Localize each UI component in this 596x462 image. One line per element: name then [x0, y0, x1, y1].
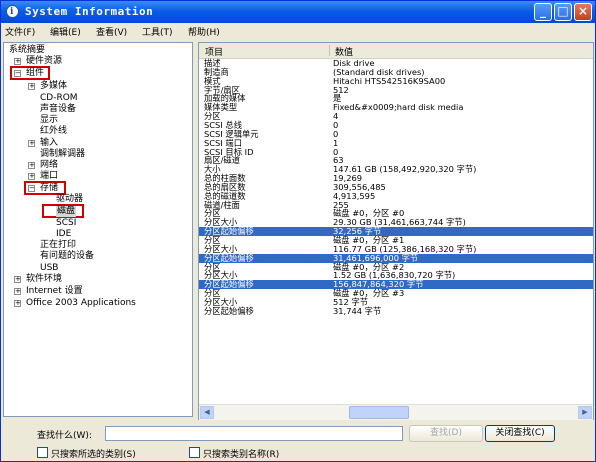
table-row[interactable]: 总的磁道数 4,913,595: [199, 191, 593, 201]
tree-item-ide[interactable]: IDE: [56, 229, 71, 240]
table-row[interactable]: 总的柱面数 19,269: [199, 174, 593, 183]
table-row[interactable]: 分区 4: [199, 112, 593, 121]
title-bar[interactable]: i System Information _ □ ×: [1, 1, 595, 23]
collapse-icon[interactable]: −: [14, 70, 21, 77]
tree-item-components[interactable]: 组件: [26, 68, 44, 79]
table-row[interactable]: SCSI 目标 ID 0: [199, 147, 593, 157]
menu-view[interactable]: 查看(V): [96, 25, 127, 38]
list-header: 项目 数值: [199, 43, 593, 59]
menu-help[interactable]: 帮助(H): [188, 25, 220, 38]
category-tree[interactable]: 系统摘要 + 硬件资源 − 组件 + 多媒体 CD-ROM 声音设备 显示 红外…: [3, 42, 193, 417]
close-button[interactable]: ×: [574, 3, 592, 21]
table-row[interactable]: 模式 Hitachi HTS542516K9SA00: [199, 75, 593, 86]
find-input[interactable]: [105, 426, 403, 441]
expand-icon[interactable]: +: [14, 276, 21, 283]
expand-icon[interactable]: +: [28, 162, 35, 169]
expand-icon[interactable]: +: [28, 140, 35, 147]
scroll-left-icon[interactable]: ◀: [200, 406, 214, 419]
collapse-icon[interactable]: −: [28, 185, 35, 192]
find-button[interactable]: 查找(D): [409, 425, 483, 442]
tree-item-multimedia[interactable]: 多媒体: [40, 81, 67, 92]
tree-item-infrared[interactable]: 红外线: [40, 126, 67, 137]
tree-item-display[interactable]: 显示: [40, 115, 58, 126]
table-row[interactable]: 分区 磁盘 #0，分区 #3: [199, 289, 593, 298]
maximize-button[interactable]: □: [554, 3, 572, 21]
minimize-button[interactable]: _: [534, 3, 552, 21]
tree-item-printing[interactable]: 正在打印: [40, 240, 76, 251]
close-find-button[interactable]: 关闭查找(C): [485, 425, 555, 442]
tree-item-network[interactable]: 网络: [40, 160, 58, 171]
scroll-right-icon[interactable]: ▶: [578, 406, 592, 419]
only-selected-checkbox[interactable]: [37, 447, 48, 458]
menu-tools[interactable]: 工具(T): [142, 25, 173, 38]
tree-item-disks[interactable]: 磁盘: [56, 206, 77, 217]
row-value: Fixed&#x0009;hard disk media: [333, 102, 464, 113]
horizontal-scrollbar[interactable]: ◀ ▶: [199, 404, 593, 420]
tree-item-storage[interactable]: 存储: [40, 183, 58, 194]
table-row[interactable]: 分区大小 512 字节: [199, 297, 593, 307]
tree-item-usb[interactable]: USB: [40, 263, 58, 274]
expand-icon[interactable]: +: [28, 173, 35, 180]
only-selected-label[interactable]: 只搜索所选的类别(S): [51, 447, 136, 460]
row-value: 31,744 字节: [333, 305, 382, 316]
tree-item-office-2003[interactable]: Office 2003 Applications: [26, 298, 136, 309]
row-value: Hitachi HTS542516K9SA00: [333, 75, 446, 86]
tree-item-cdrom[interactable]: CD-ROM: [40, 93, 78, 104]
column-header-value[interactable]: 数值: [335, 45, 353, 58]
tree-item-scsi[interactable]: SCSI: [56, 218, 76, 229]
expand-icon[interactable]: +: [14, 58, 21, 65]
column-divider[interactable]: [329, 45, 330, 56]
tree-item-input[interactable]: 输入: [40, 138, 58, 149]
only-names-label[interactable]: 只搜索类别名称(R): [203, 447, 279, 460]
find-bar: 查找什么(W): 查找(D) 关闭查找(C) 只搜索所选的类别(S) 只搜索类别…: [1, 421, 595, 461]
info-icon: i: [6, 5, 19, 18]
table-row[interactable]: SCSI 逻辑单元 0: [199, 129, 593, 139]
tree-item-software-environment[interactable]: 软件环境: [26, 274, 62, 285]
details-list[interactable]: 项目 数值 描述 Disk drive 制造商 (Standard disk driv…: [198, 42, 594, 420]
row-item: 分区起始偏移: [204, 305, 254, 316]
menu-file[interactable]: 文件(F): [5, 25, 35, 38]
expand-icon[interactable]: +: [14, 300, 21, 307]
column-header-item[interactable]: 项目: [205, 45, 223, 58]
menu-edit[interactable]: 编辑(E): [50, 25, 81, 38]
tree-item-system-summary[interactable]: 系统摘要: [9, 45, 45, 56]
menu-bar: 文件(F) 编辑(E) 查看(V) 工具(T) 帮助(H): [1, 23, 595, 39]
table-row[interactable]: 大小 147.61 GB (158,492,920,320 字节): [199, 165, 593, 174]
table-row[interactable]: SCSI 端口 1: [199, 138, 593, 148]
table-row[interactable]: 字节/扇区 512: [199, 85, 593, 95]
table-row[interactable]: 分区大小 29.30 GB (31,461,663,744 字节): [199, 218, 593, 227]
tree-item-problem-devices[interactable]: 有问题的设备: [40, 251, 94, 262]
find-label: 查找什么(W):: [37, 431, 92, 441]
table-row[interactable]: 媒体类型 Fixed&#x0009;hard disk media: [199, 103, 593, 112]
expand-icon[interactable]: +: [28, 83, 35, 90]
system-information-window: i System Information _ □ × 文件(F) 编辑(E) 查…: [0, 0, 596, 462]
tree-item-internet-settings[interactable]: Internet 设置: [26, 286, 83, 297]
scroll-thumb[interactable]: [349, 406, 409, 419]
tree-item-sound-device[interactable]: 声音设备: [40, 104, 76, 115]
only-names-checkbox[interactable]: [189, 447, 200, 458]
table-row[interactable]: 总的扇区数 309,556,485: [199, 182, 593, 192]
table-row[interactable]: 分区起始偏移 31,744 字节: [199, 305, 593, 316]
expand-icon[interactable]: +: [14, 288, 21, 295]
tree-item-modem[interactable]: 调制解调器: [40, 149, 85, 160]
window-title: System Information: [25, 5, 154, 18]
